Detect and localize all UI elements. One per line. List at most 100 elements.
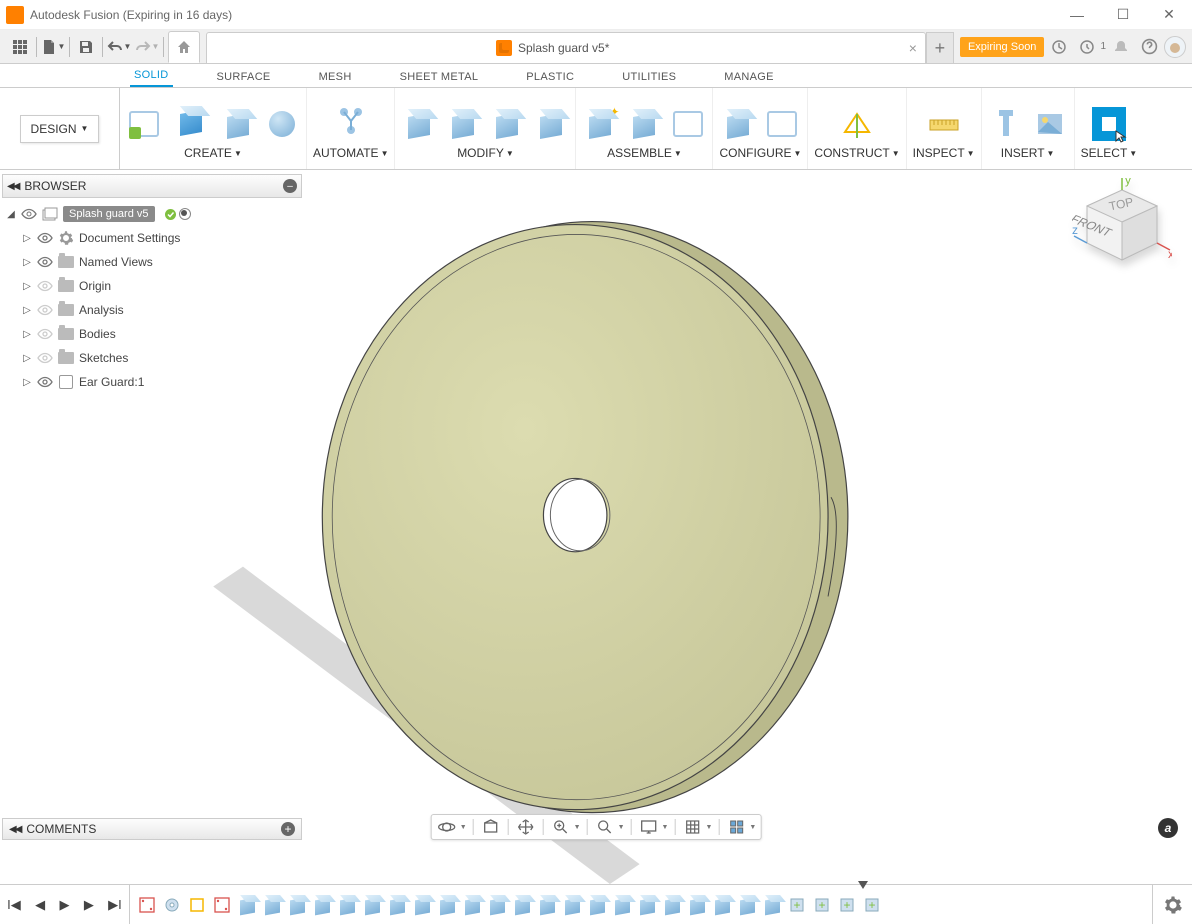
save-button[interactable] (72, 33, 100, 61)
browser-item[interactable]: ▷Bodies (6, 322, 302, 346)
workspace-tab-utilities[interactable]: UTILITIES (618, 67, 680, 87)
orbit-button[interactable] (436, 816, 458, 838)
create-extrude-button[interactable] (170, 100, 212, 142)
visibility-icon[interactable] (37, 256, 53, 268)
workspace-tab-manage[interactable]: MANAGE (720, 67, 777, 87)
new-tab-button[interactable]: + (926, 32, 954, 63)
look-at-button[interactable] (480, 816, 502, 838)
browser-minimize-icon[interactable]: – (283, 179, 297, 193)
timeline-feature[interactable] (261, 894, 283, 916)
timeline-feature[interactable] (336, 894, 358, 916)
timeline-feature[interactable] (486, 894, 508, 916)
select-button[interactable] (1091, 106, 1127, 142)
timeline-prev-button[interactable]: ◀ (35, 897, 45, 913)
insert-fastener-button[interactable] (988, 106, 1024, 142)
create-sketch-button[interactable] (126, 106, 162, 142)
visibility-icon[interactable] (37, 304, 53, 316)
timeline-feature[interactable] (236, 894, 258, 916)
extensions-icon[interactable] (1046, 34, 1072, 60)
modify-press-pull-button[interactable] (401, 106, 437, 142)
window-minimize-button[interactable]: — (1054, 0, 1100, 30)
timeline-feature[interactable] (286, 894, 308, 916)
expand-icon[interactable]: ◢ (6, 209, 16, 220)
timeline-feature[interactable] (761, 894, 783, 916)
timeline-feature[interactable] (161, 894, 183, 916)
timeline-feature[interactable] (711, 894, 733, 916)
assemble-bom-button[interactable] (670, 106, 706, 142)
browser-item[interactable]: ▷Named Views (6, 250, 302, 274)
a360-icon[interactable]: a (1158, 818, 1178, 838)
timeline-feature[interactable] (536, 894, 558, 916)
browser-root-row[interactable]: ◢ Splash guard v5 (6, 202, 302, 226)
pan-button[interactable] (515, 816, 537, 838)
browser-collapse-icon[interactable]: ◀◀ (7, 181, 18, 192)
browser-item[interactable]: ▷Sketches (6, 346, 302, 370)
timeline-feature[interactable] (136, 894, 158, 916)
timeline-play-button[interactable]: ▶ (59, 897, 69, 913)
file-menu-button[interactable]: ▼ (39, 33, 67, 61)
timeline-feature[interactable] (636, 894, 658, 916)
expand-icon[interactable]: ▷ (22, 329, 32, 340)
timeline-feature[interactable] (411, 894, 433, 916)
visibility-icon[interactable] (21, 208, 37, 220)
job-status-icon[interactable] (1074, 34, 1100, 60)
visibility-icon[interactable] (37, 352, 53, 364)
modify-fillet-button[interactable] (445, 106, 481, 142)
expand-icon[interactable]: ▷ (22, 257, 32, 268)
timeline-feature[interactable] (586, 894, 608, 916)
notifications-icon[interactable] (1108, 34, 1134, 60)
timeline-start-button[interactable]: I◀ (7, 897, 21, 913)
visibility-icon[interactable] (37, 232, 53, 244)
zoom-button[interactable] (550, 816, 572, 838)
redo-button[interactable]: ▼ (133, 33, 161, 61)
timeline-feature[interactable] (436, 894, 458, 916)
create-revolve-button[interactable] (220, 106, 256, 142)
expand-icon[interactable]: ▷ (22, 281, 32, 292)
modify-combine-button[interactable] (533, 106, 569, 142)
timeline-feature[interactable] (311, 894, 333, 916)
timeline-marker[interactable] (858, 881, 868, 889)
view-cube[interactable]: TOP FRONT x y z (1072, 178, 1172, 278)
add-comment-icon[interactable]: + (281, 822, 295, 836)
timeline-feature[interactable] (211, 894, 233, 916)
expand-icon[interactable]: ▷ (22, 233, 32, 244)
grid-settings-button[interactable] (681, 816, 703, 838)
timeline-track[interactable]: ++++ (130, 885, 1152, 924)
timeline-feature[interactable] (186, 894, 208, 916)
workspace-tab-plastic[interactable]: PLASTIC (522, 67, 578, 87)
home-tab-button[interactable] (168, 31, 200, 63)
workspace-tab-solid[interactable]: SOLID (130, 65, 173, 87)
workspace-tab-sheet-metal[interactable]: SHEET METAL (396, 67, 483, 87)
activate-radio-icon[interactable] (179, 208, 191, 220)
timeline-next-button[interactable]: ▶ (84, 897, 94, 913)
expand-icon[interactable]: ▷ (22, 377, 32, 388)
timeline-feature[interactable] (386, 894, 408, 916)
construct-plane-button[interactable] (839, 106, 875, 142)
timeline-feature[interactable] (361, 894, 383, 916)
timeline-feature[interactable] (736, 894, 758, 916)
assemble-joint-button[interactable] (626, 106, 662, 142)
timeline-feature[interactable] (561, 894, 583, 916)
browser-item[interactable]: ▷Analysis (6, 298, 302, 322)
visibility-icon[interactable] (37, 280, 53, 292)
expiring-badge[interactable]: Expiring Soon (960, 37, 1045, 57)
expand-icon[interactable]: ▷ (22, 353, 32, 364)
timeline-feature[interactable] (661, 894, 683, 916)
visibility-icon[interactable] (37, 376, 53, 388)
timeline-feature[interactable] (686, 894, 708, 916)
viewport[interactable]: TOP FRONT x y z ◀◀ BROWSER – ◢ (0, 170, 1192, 884)
workspace-switcher[interactable]: DESIGN▼ (0, 88, 120, 169)
automate-button[interactable] (330, 100, 372, 142)
expand-icon[interactable]: ▷ (22, 305, 32, 316)
browser-item[interactable]: ▷Document Settings (6, 226, 302, 250)
window-close-button[interactable]: ✕ (1146, 0, 1192, 30)
assemble-component-button[interactable]: ✦ (582, 106, 618, 142)
configure-table-button[interactable] (764, 106, 800, 142)
undo-button[interactable]: ▼ (105, 33, 133, 61)
close-document-button[interactable]: × (909, 40, 917, 56)
comments-collapse-icon[interactable]: ◀◀ (9, 824, 20, 835)
insert-decal-button[interactable] (1032, 106, 1068, 142)
visibility-icon[interactable] (37, 328, 53, 340)
inspect-measure-button[interactable] (926, 106, 962, 142)
workspace-tab-surface[interactable]: SURFACE (213, 67, 275, 87)
